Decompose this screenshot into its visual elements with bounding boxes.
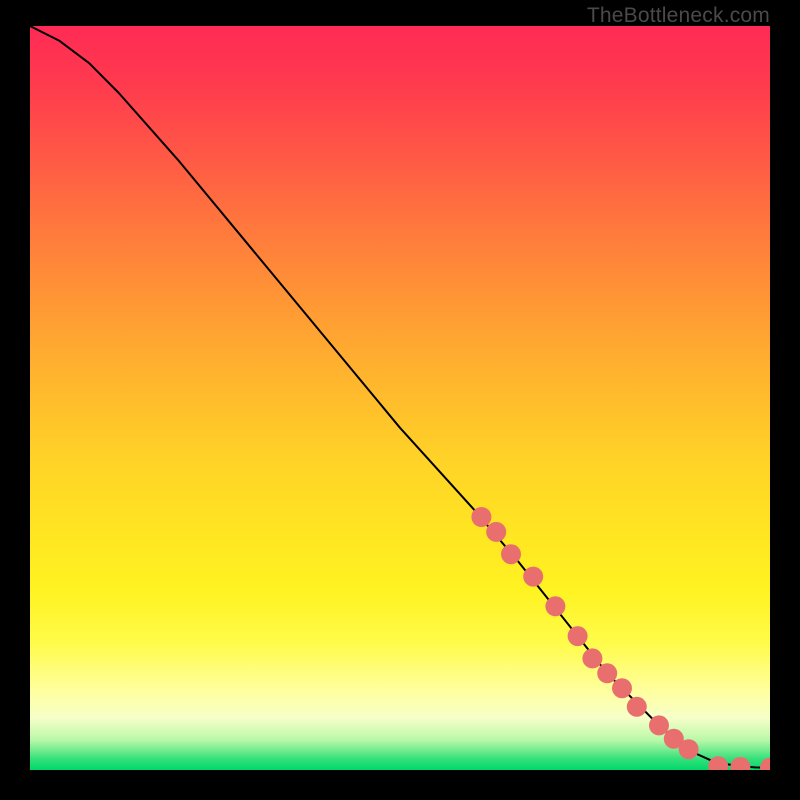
curve-marker <box>523 567 543 587</box>
curve-marker <box>760 758 770 770</box>
curve-marker <box>649 715 669 735</box>
curve-marker <box>679 739 699 759</box>
curve-marker <box>627 697 647 717</box>
chart-stage: TheBottleneck.com <box>0 0 800 800</box>
watermark-text: TheBottleneck.com <box>587 4 770 28</box>
curve-marker <box>471 507 491 527</box>
plot-area <box>30 26 770 770</box>
curve-marker <box>582 648 602 668</box>
curve-marker <box>501 544 521 564</box>
curve-marker <box>612 678 632 698</box>
curve-marker <box>708 756 728 770</box>
curve-marker <box>597 663 617 683</box>
curve-marker <box>545 596 565 616</box>
curve-marker <box>730 757 750 770</box>
curve-svg <box>30 26 770 770</box>
curve-marker <box>568 626 588 646</box>
bottleneck-curve-path <box>30 26 770 768</box>
curve-marker <box>486 522 506 542</box>
curve-markers-group <box>471 507 770 770</box>
